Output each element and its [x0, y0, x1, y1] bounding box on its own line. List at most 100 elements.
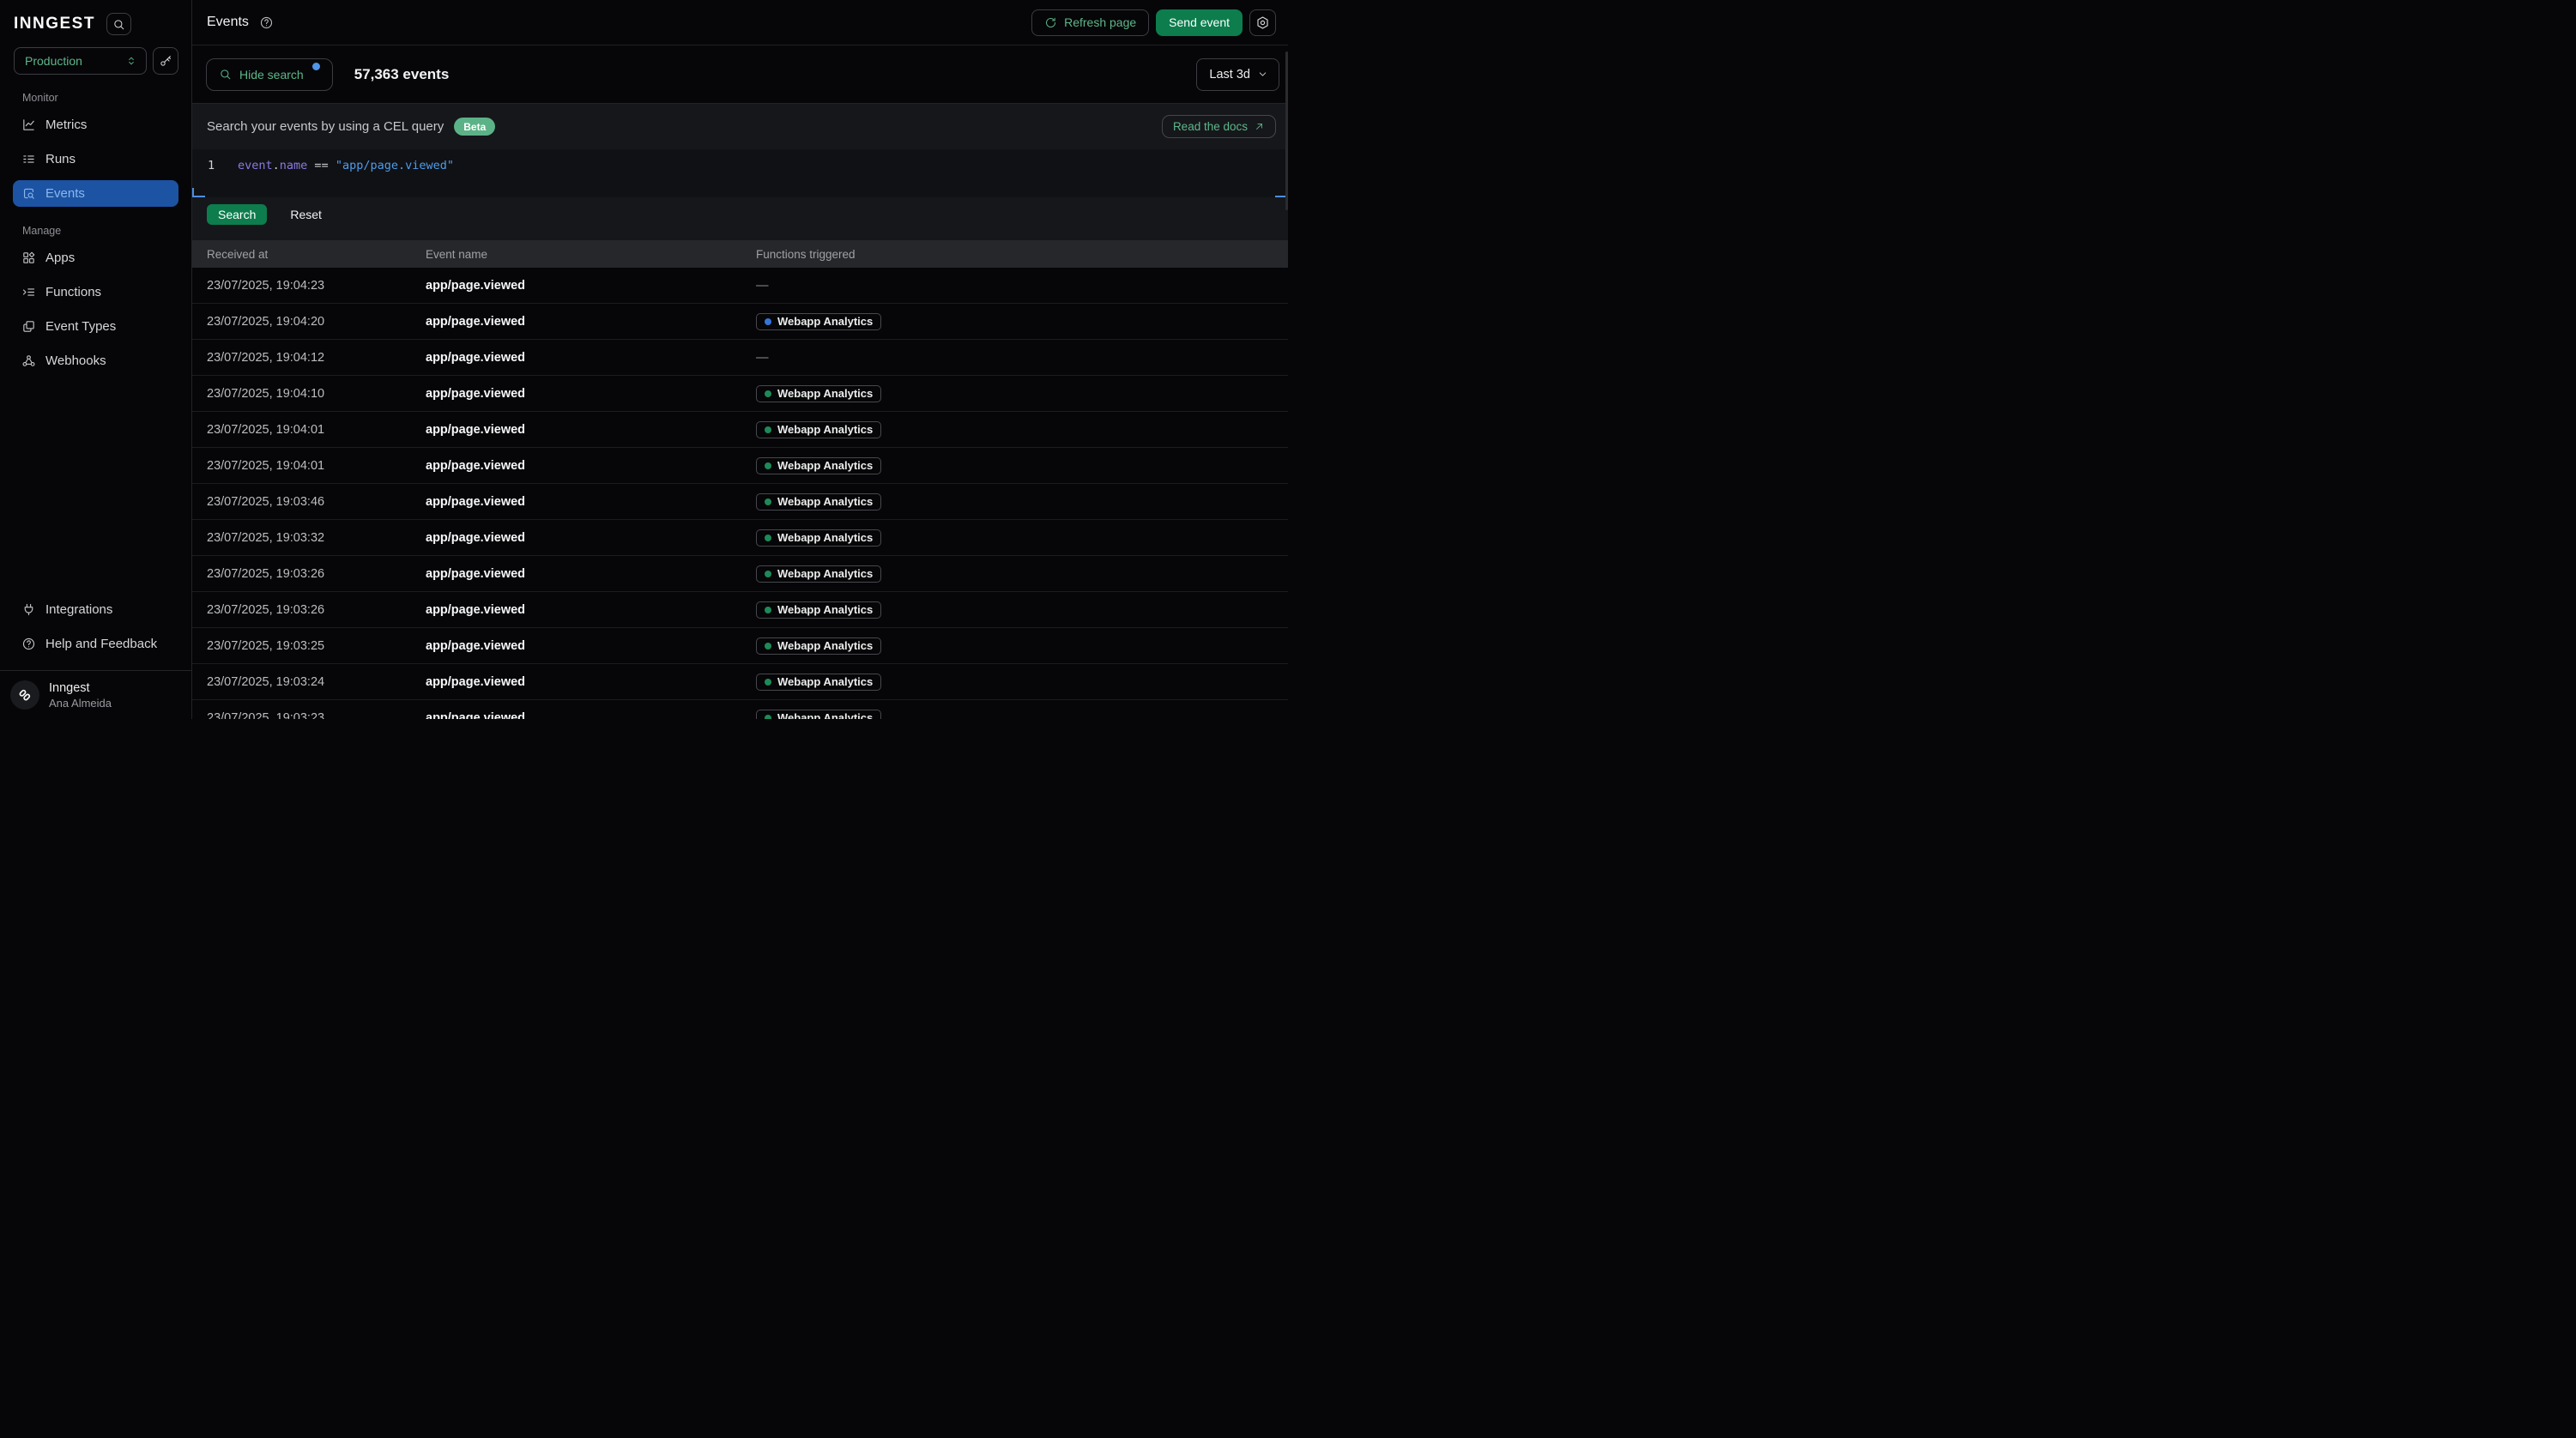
sidebar-item-events[interactable]: Events	[13, 180, 178, 207]
query-operator: ==	[307, 159, 336, 172]
sidebar-search-button[interactable]	[106, 13, 131, 35]
sidebar-item-apps[interactable]: Apps	[13, 245, 178, 271]
chevron-down-icon	[1257, 69, 1268, 80]
sidebar-item-label: Events	[45, 186, 85, 201]
no-functions-dash: —	[756, 279, 769, 293]
table-row[interactable]: 23/07/2025, 19:04:01app/page.viewedWebap…	[192, 448, 1288, 484]
functions-triggered-cell: Webapp Analytics	[756, 421, 1288, 438]
event-name-cell: app/page.viewed	[426, 711, 756, 720]
sidebar-item-webhooks[interactable]: Webhooks	[13, 347, 178, 374]
table-row[interactable]: 23/07/2025, 19:04:10app/page.viewed Webap…	[192, 376, 1288, 412]
sidebar-item-label: Apps	[45, 251, 75, 265]
account-info: Inngest Ana Almeida	[49, 681, 112, 710]
function-badge[interactable]: Webapp Analytics	[756, 313, 881, 330]
refresh-page-button[interactable]: Refresh page	[1031, 9, 1149, 36]
status-dot-green	[765, 679, 771, 686]
cel-panel-header: Search your events by using a CEL query …	[192, 104, 1288, 138]
time-range-selector[interactable]: Last 3d	[1196, 58, 1279, 91]
event-name-cell: app/page.viewed	[426, 675, 756, 689]
account-menu[interactable]: Inngest Ana Almeida	[0, 670, 191, 719]
status-dot-green	[765, 715, 771, 720]
status-dot-green	[765, 462, 771, 469]
read-the-docs-button[interactable]: Read the docs	[1162, 115, 1276, 138]
function-badge-label: Webapp Analytics	[777, 387, 873, 400]
hide-search-button[interactable]: Hide search	[206, 58, 333, 91]
query-value: "app/page.viewed"	[336, 159, 454, 172]
status-dot-green	[765, 498, 771, 505]
sidebar-item-event-types[interactable]: Event Types	[13, 313, 178, 340]
search-icon	[219, 68, 232, 81]
refresh-page-label: Refresh page	[1064, 15, 1136, 29]
function-badge[interactable]: Webapp Analytics	[756, 385, 881, 402]
nav-section-manage: Manage	[13, 225, 178, 237]
column-header-functions-triggered: Functions triggered	[756, 248, 1288, 261]
table-row[interactable]: 23/07/2025, 19:03:26app/page.viewedWebap…	[192, 592, 1288, 628]
functions-triggered-cell: Webapp Analytics	[756, 674, 1288, 691]
table-row[interactable]: 23/07/2025, 19:03:25app/page.viewedWebap…	[192, 628, 1288, 664]
received-at-cell: 23/07/2025, 19:03:46	[207, 495, 426, 509]
sidebar-item-metrics[interactable]: Metrics	[13, 112, 178, 138]
functions-triggered-cell: Webapp Analytics	[756, 529, 1288, 547]
top-bar: Events Refresh page Send event	[192, 0, 1288, 45]
scrollbar-thumb[interactable]	[1285, 51, 1288, 210]
functions-triggered-cell: —	[756, 278, 1288, 293]
function-badge[interactable]: Webapp Analytics	[756, 601, 881, 619]
search-button[interactable]: Search	[207, 204, 267, 225]
table-row[interactable]: 23/07/2025, 19:03:32app/page.viewedWebap…	[192, 520, 1288, 556]
events-toolbar: Hide search 57,363 events Last 3d	[192, 45, 1288, 103]
logo-row: INNGEST	[0, 0, 191, 35]
sidebar-item-label: Runs	[45, 152, 76, 166]
functions-triggered-cell: Webapp Analytics	[756, 637, 1288, 655]
table-row[interactable]: 23/07/2025, 19:03:46app/page.viewedWebap…	[192, 484, 1288, 520]
main-content: Events Refresh page Send event	[192, 0, 1288, 719]
table-row[interactable]: 23/07/2025, 19:03:26app/page.viewedWebap…	[192, 556, 1288, 592]
function-badge-label: Webapp Analytics	[777, 675, 873, 688]
event-keys-button[interactable]	[153, 47, 178, 75]
function-badge[interactable]: Webapp Analytics	[756, 637, 881, 655]
sidebar-item-label: Webhooks	[45, 353, 106, 368]
function-badge[interactable]: Webapp Analytics	[756, 493, 881, 511]
cel-query-editor[interactable]: 1 event.name == "app/page.viewed"	[192, 149, 1288, 197]
read-the-docs-label: Read the docs	[1173, 120, 1248, 133]
received-at-cell: 23/07/2025, 19:04:10	[207, 387, 426, 401]
table-row[interactable]: 23/07/2025, 19:04:20app/page.viewedWebap…	[192, 304, 1288, 340]
event-types-icon	[21, 319, 36, 334]
cel-query-code: event.name == "app/page.viewed"	[238, 159, 454, 197]
function-badge[interactable]: Webapp Analytics	[756, 674, 881, 691]
function-badge-label: Webapp Analytics	[777, 423, 873, 436]
table-row[interactable]: 23/07/2025, 19:04:23app/page.viewed—	[192, 268, 1288, 304]
function-badge[interactable]: Webapp Analytics	[756, 421, 881, 438]
sidebar-item-runs[interactable]: Runs	[13, 146, 178, 172]
reset-button[interactable]: Reset	[290, 208, 322, 221]
function-badge[interactable]: Webapp Analytics	[756, 457, 881, 474]
table-row[interactable]: 23/07/2025, 19:03:24app/page.viewed Webap…	[192, 664, 1288, 700]
send-event-button[interactable]: Send event	[1156, 9, 1243, 36]
sidebar-bottom: Integrations Help and Feedback	[0, 596, 191, 670]
settings-button[interactable]	[1249, 9, 1276, 36]
sidebar-item-integrations[interactable]: Integrations	[13, 596, 178, 623]
table-row[interactable]: 23/07/2025, 19:04:12app/page.viewed—	[192, 340, 1288, 376]
column-header-received-at: Received at	[207, 248, 426, 261]
environment-selector[interactable]: Production	[14, 47, 147, 75]
table-row[interactable]: 23/07/2025, 19:04:01app/page.viewedWebap…	[192, 412, 1288, 448]
sidebar-item-functions[interactable]: Functions	[13, 279, 178, 305]
event-name-cell: app/page.viewed	[426, 387, 756, 401]
notification-dot	[312, 63, 320, 70]
plug-icon	[21, 602, 36, 617]
event-name-cell: app/page.viewed	[426, 351, 756, 365]
sidebar-item-help-and-feedback[interactable]: Help and Feedback	[13, 631, 178, 657]
sidebar-nav: Monitor Metrics Runs Events Manage	[0, 75, 191, 382]
function-badge-label: Webapp Analytics	[777, 639, 873, 652]
function-badge[interactable]: Webapp Analytics	[756, 710, 881, 720]
status-dot-green	[765, 607, 771, 613]
event-name-cell: app/page.viewed	[426, 567, 756, 581]
page-help-icon[interactable]	[259, 15, 274, 30]
functions-triggered-cell: Webapp Analytics	[756, 565, 1288, 583]
received-at-cell: 23/07/2025, 19:03:24	[207, 675, 426, 689]
functions-icon	[21, 285, 36, 299]
table-row[interactable]: 23/07/2025, 19:03:23app/page.viewedWebap…	[192, 700, 1288, 719]
function-badge[interactable]: Webapp Analytics	[756, 529, 881, 547]
line-number: 1	[208, 159, 230, 197]
function-badge[interactable]: Webapp Analytics	[756, 565, 881, 583]
webhook-icon	[21, 353, 36, 368]
